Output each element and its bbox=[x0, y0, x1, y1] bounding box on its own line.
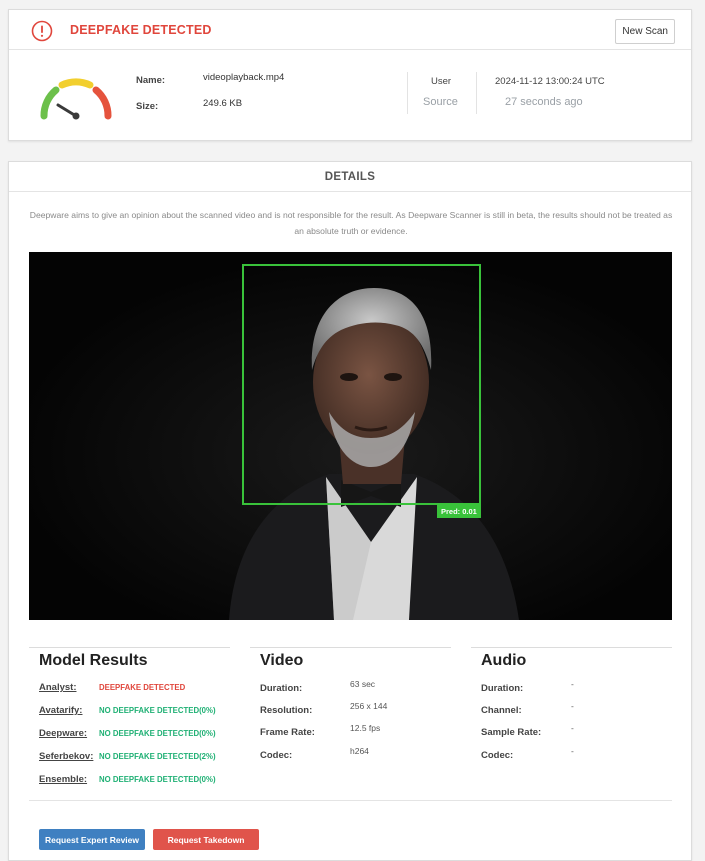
model-avatarify-result: NO DEEPFAKE DETECTED(0%) bbox=[99, 706, 216, 715]
disclaimer-text: Deepware aims to give an opinion about t… bbox=[29, 210, 673, 236]
alert-circle-icon bbox=[31, 20, 53, 42]
scan-timestamp: 2024-11-12 13:00:24 UTC bbox=[495, 76, 605, 87]
audio-duration-label: Duration: bbox=[481, 683, 524, 694]
model-deepware-result: NO DEEPFAKE DETECTED(0%) bbox=[99, 729, 216, 738]
divider bbox=[29, 800, 672, 801]
face-detection-box bbox=[242, 264, 481, 505]
model-ensemble-link[interactable]: Ensemble: bbox=[39, 774, 87, 785]
model-seferbekov-link[interactable]: Seferbekov: bbox=[39, 751, 93, 762]
audio-codec-label: Codec: bbox=[481, 750, 514, 761]
model-ensemble-result: NO DEEPFAKE DETECTED(0%) bbox=[99, 775, 216, 784]
model-avatarify-link[interactable]: Avatarify: bbox=[39, 705, 82, 716]
audio-channel-value: - bbox=[571, 701, 574, 711]
detection-status-title: DEEPFAKE DETECTED bbox=[70, 23, 212, 37]
video-title: Video bbox=[260, 652, 304, 669]
scan-summary-card: DEEPFAKE DETECTED New Scan Name: videopl… bbox=[8, 9, 692, 141]
model-analyst-result: DEEPFAKE DETECTED bbox=[99, 683, 186, 692]
model-seferbekov-result: NO DEEPFAKE DETECTED(2%) bbox=[99, 752, 216, 761]
scan-relative-time: 27 seconds ago bbox=[505, 96, 583, 108]
prediction-label: Pred: 0.01 bbox=[437, 505, 481, 518]
audio-title: Audio bbox=[481, 652, 527, 669]
model-analyst-link[interactable]: Analyst: bbox=[39, 682, 76, 693]
source-label: Source bbox=[423, 96, 458, 108]
audio-samplerate-label: Sample Rate: bbox=[481, 727, 542, 738]
request-expert-review-button[interactable]: Request Expert Review bbox=[39, 829, 145, 850]
video-resolution-label: Resolution: bbox=[260, 705, 313, 716]
model-results-title: Model Results bbox=[39, 652, 148, 669]
audio-channel-label: Channel: bbox=[481, 705, 522, 716]
status-header: DEEPFAKE DETECTED New Scan bbox=[9, 10, 691, 50]
video-preview[interactable]: Pred: 0.01 bbox=[29, 252, 672, 620]
audio-duration-value: - bbox=[571, 679, 574, 689]
video-duration-value: 63 sec bbox=[350, 679, 376, 689]
video-codec-value: h264 bbox=[350, 746, 369, 756]
risk-gauge-icon bbox=[40, 78, 112, 120]
video-duration-label: Duration: bbox=[260, 683, 303, 694]
video-resolution-value: 256 x 144 bbox=[350, 701, 388, 711]
video-framerate-label: Frame Rate: bbox=[260, 727, 315, 738]
model-deepware-link[interactable]: Deepware: bbox=[39, 728, 87, 739]
details-card: DETAILS Deepware aims to give an opinion… bbox=[8, 161, 692, 861]
audio-codec-value: - bbox=[571, 746, 574, 756]
video-rule bbox=[250, 647, 451, 648]
file-name-label: Name: bbox=[136, 75, 166, 86]
file-name-value: videoplayback.mp4 bbox=[203, 72, 285, 83]
file-size-value: 249.6 KB bbox=[203, 98, 243, 109]
divider bbox=[407, 72, 408, 114]
divider bbox=[476, 72, 477, 114]
model-results-rule bbox=[29, 647, 230, 648]
new-scan-button[interactable]: New Scan bbox=[615, 19, 675, 44]
video-framerate-value: 12.5 fps bbox=[350, 723, 381, 733]
video-codec-label: Codec: bbox=[260, 750, 293, 761]
details-title: DETAILS bbox=[9, 162, 691, 192]
audio-samplerate-value: - bbox=[571, 723, 574, 733]
source-user-label: User bbox=[431, 76, 452, 87]
file-size-label: Size: bbox=[136, 101, 159, 112]
request-takedown-button[interactable]: Request Takedown bbox=[153, 829, 259, 850]
audio-rule bbox=[471, 647, 672, 648]
